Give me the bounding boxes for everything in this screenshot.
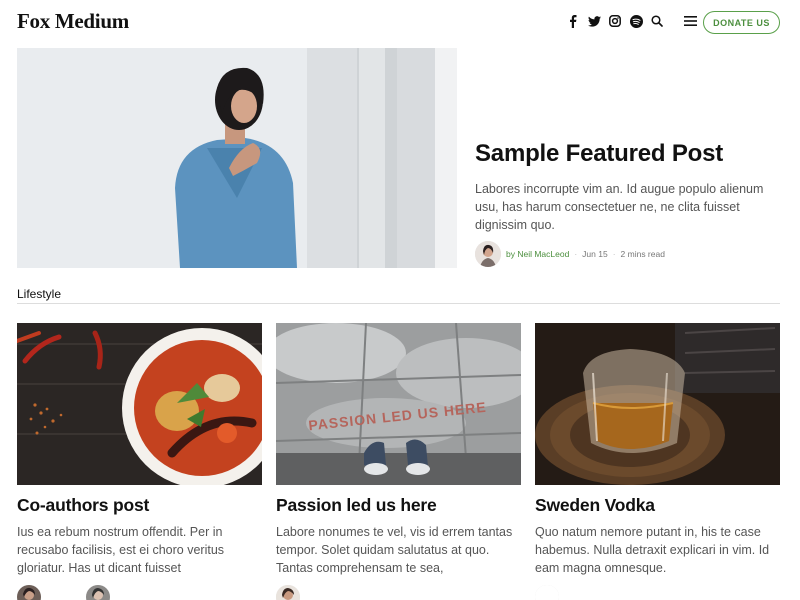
author-avatar[interactable] <box>86 585 110 600</box>
section-divider <box>17 303 780 304</box>
post-card-meta <box>276 585 521 600</box>
author-avatar[interactable] <box>535 585 559 600</box>
post-author[interactable]: by Neil MacLeod <box>506 249 569 259</box>
post-card: Sweden Vodka Quo natum nemore putant in,… <box>535 323 780 600</box>
featured-post-excerpt: Labores incorrupte vim an. Id augue popu… <box>475 182 764 232</box>
author-avatar[interactable] <box>17 585 41 600</box>
spotify-icon[interactable] <box>629 13 643 29</box>
post-date: Jun 15 <box>582 249 608 259</box>
post-card-image[interactable] <box>535 323 780 485</box>
meta-separator: · <box>612 249 616 259</box>
vodka-glass-photo <box>535 323 780 485</box>
post-card-meta <box>535 585 780 600</box>
post-card-excerpt: Labore nonumes te vel, vis id errem tant… <box>276 525 513 575</box>
search-icon[interactable] <box>650 13 664 29</box>
post-card-meta <box>17 585 262 600</box>
featured-post-meta: by Neil MacLeod · Jun 15 · 2 mins read <box>475 241 665 267</box>
post-card-image[interactable] <box>17 323 262 485</box>
passion-pavement-photo: PASSION LED US HERE <box>276 323 521 485</box>
post-card-title[interactable]: Co-authors post <box>17 495 262 516</box>
author-avatar[interactable] <box>475 241 501 267</box>
post-card-title[interactable]: Sweden Vodka <box>535 495 780 516</box>
post-card-excerpt: Ius ea rebum nostrum offendit. Per in re… <box>17 525 225 575</box>
meta-separator: · <box>574 249 578 259</box>
post-card-image[interactable]: PASSION LED US HERE <box>276 323 521 485</box>
twitter-icon[interactable] <box>587 13 601 29</box>
facebook-icon[interactable] <box>566 13 580 29</box>
instagram-icon[interactable] <box>608 13 622 29</box>
author-avatar[interactable] <box>276 585 300 600</box>
post-read-time: 2 mins read <box>620 249 665 259</box>
featured-post-title[interactable]: Sample Featured Post <box>475 140 785 168</box>
featured-photo-woman <box>17 48 457 268</box>
hamburger-menu-icon[interactable] <box>683 13 697 29</box>
site-logo[interactable]: Fox Medium <box>17 9 129 34</box>
post-card: Co-authors post Ius ea rebum nostrum off… <box>17 323 262 600</box>
header-icons <box>566 13 697 29</box>
donate-button[interactable]: DONATE US <box>703 11 780 34</box>
site-header: Fox Medium DONATE US <box>0 0 800 44</box>
section-heading[interactable]: Lifestyle <box>17 287 61 301</box>
post-card-excerpt: Quo natum nemore putant in, his te case … <box>535 525 770 575</box>
post-card: PASSION LED US HERE Passion led us here … <box>276 323 521 600</box>
featured-post-image[interactable] <box>17 48 457 268</box>
curry-bowl-photo <box>17 323 262 485</box>
post-card-title[interactable]: Passion led us here <box>276 495 521 516</box>
